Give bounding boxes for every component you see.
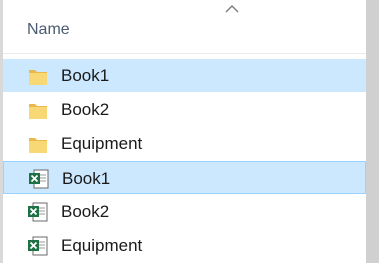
item-label: Book1 (61, 66, 110, 85)
file-list-pane: Name Book1 Book2 Equipment Book1 Book2 E… (0, 0, 379, 263)
column-header-name[interactable]: Name (3, 0, 366, 52)
column-header-label: Name (27, 21, 70, 38)
item-label: Equipment (61, 134, 143, 153)
folder-icon (29, 138, 47, 153)
list-item-folder-book1[interactable]: Book1 (3, 59, 366, 92)
list-item-folder-equipment[interactable]: Equipment (3, 127, 366, 160)
folder-icon (29, 70, 47, 85)
item-label: Book2 (61, 100, 110, 119)
item-label: Book2 (61, 202, 110, 221)
list-item-excel-equipment[interactable]: Equipment (3, 229, 366, 262)
excel-file-icon (29, 169, 49, 189)
header-divider (3, 53, 366, 54)
folder-icon (29, 104, 47, 119)
sort-ascending-icon (225, 5, 239, 13)
scrollbar-track[interactable] (366, 0, 379, 263)
list-item-excel-book1[interactable]: Book1 (3, 161, 366, 194)
file-list: Book1 Book2 Equipment Book1 Book2 Equipm… (3, 59, 366, 262)
list-item-excel-book2[interactable]: Book2 (3, 195, 366, 228)
item-label: Equipment (61, 236, 143, 255)
excel-file-icon (28, 236, 48, 256)
excel-file-icon (28, 202, 48, 222)
list-item-folder-book2[interactable]: Book2 (3, 93, 366, 126)
item-label: Book1 (62, 169, 111, 188)
